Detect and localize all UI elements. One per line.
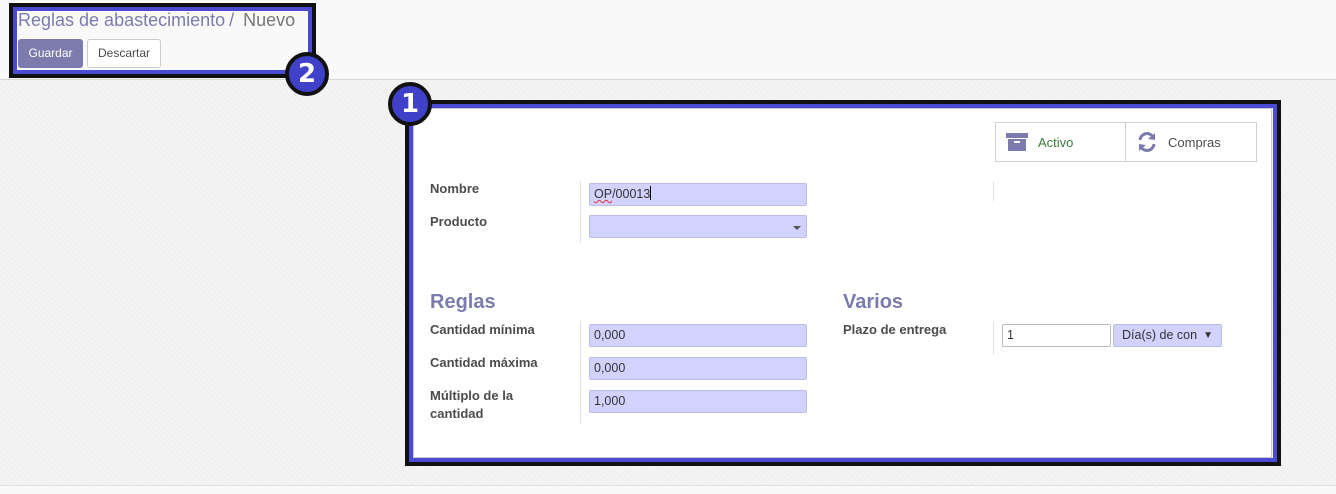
highlight-box-header [9, 3, 316, 78]
highlight-box-header-inner [13, 7, 312, 74]
callout-badge-1: 1 [388, 82, 432, 126]
callout-badge-2: 2 [285, 52, 329, 96]
highlight-box-form-inner [409, 104, 1277, 462]
highlight-box-form [405, 100, 1281, 466]
